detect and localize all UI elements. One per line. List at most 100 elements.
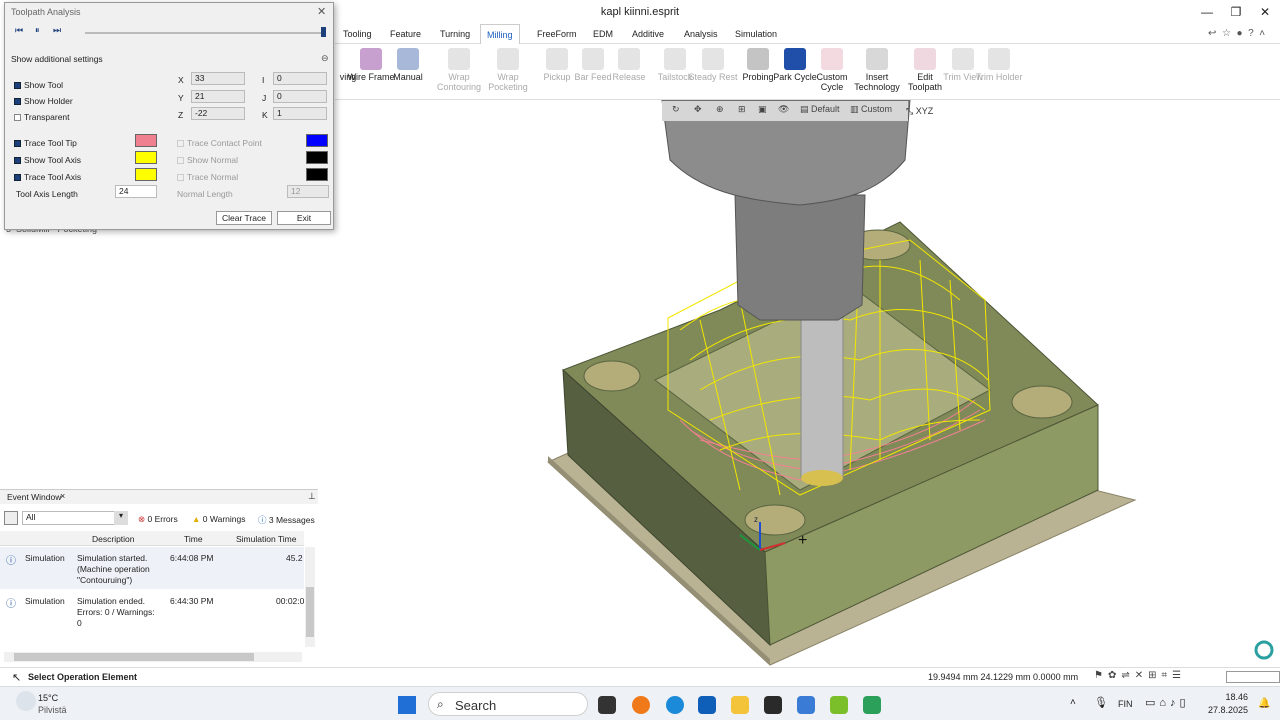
trace-normal-checkbox[interactable] bbox=[177, 174, 184, 181]
restore-button[interactable]: ❐ bbox=[1221, 2, 1251, 22]
star-icon[interactable]: ☆ bbox=[1222, 28, 1231, 39]
outlook-icon[interactable] bbox=[698, 696, 716, 714]
tab-feature[interactable]: Feature bbox=[384, 24, 427, 44]
dialog-close-icon[interactable]: ✕ bbox=[317, 5, 326, 18]
i-field[interactable]: 0 bbox=[273, 72, 327, 85]
windows-start-icon[interactable] bbox=[398, 696, 416, 714]
show-tool-checkbox[interactable] bbox=[14, 82, 21, 89]
show-normal-checkbox[interactable] bbox=[177, 157, 184, 164]
filter-icon[interactable] bbox=[4, 511, 18, 525]
trace-normal-color[interactable] bbox=[306, 168, 328, 181]
clock-time[interactable]: 18.46 bbox=[1222, 692, 1248, 702]
tab-milling[interactable]: Milling bbox=[480, 24, 520, 44]
x-field[interactable]: 33 bbox=[191, 72, 245, 85]
trace-axis-color[interactable] bbox=[135, 168, 157, 181]
close-button[interactable]: ✕ bbox=[1250, 2, 1280, 22]
ribbon-button-manual[interactable]: Manual bbox=[383, 48, 433, 82]
app3-icon[interactable] bbox=[797, 696, 815, 714]
tab-freeform[interactable]: FreeForm bbox=[531, 24, 583, 44]
snap-tools[interactable]: ⚑✿⇌✕⊞⌗☰ bbox=[1094, 670, 1186, 681]
visibility-icon[interactable]: 👁 bbox=[778, 104, 789, 115]
rotate-icon[interactable]: ↻ bbox=[672, 104, 680, 115]
system-tray-icons[interactable]: ▭⌂♪▯ bbox=[1145, 696, 1190, 709]
progress-slider-handle[interactable] bbox=[321, 27, 326, 37]
weather-icon[interactable] bbox=[16, 691, 36, 711]
app2-icon[interactable] bbox=[764, 696, 782, 714]
z-field[interactable]: -22 bbox=[191, 107, 245, 120]
column-description[interactable]: Description bbox=[92, 534, 135, 544]
filter-select[interactable]: All bbox=[22, 511, 128, 525]
view-custom-button[interactable]: ▥ Custom bbox=[850, 104, 892, 115]
event-window-close-icon[interactable]: × bbox=[60, 491, 65, 501]
ribbon-button-insert-technology[interactable]: Insert Technology bbox=[852, 48, 902, 92]
ribbon-button-steady-rest[interactable]: Steady Rest bbox=[688, 48, 738, 82]
trace-tool-tip-checkbox[interactable] bbox=[14, 140, 21, 147]
exit-button[interactable]: Exit bbox=[277, 211, 331, 225]
trace-contact-point-checkbox[interactable] bbox=[177, 140, 184, 147]
trace-tip-color[interactable] bbox=[135, 134, 157, 147]
app-icon[interactable] bbox=[632, 696, 650, 714]
expand-icon[interactable]: ⊖ bbox=[321, 53, 329, 64]
help-icon[interactable]: ? bbox=[1248, 28, 1254, 39]
back-icon[interactable]: ↩ bbox=[1208, 28, 1216, 39]
tab-simulation[interactable]: Simulation bbox=[729, 24, 783, 44]
column-time[interactable]: Time bbox=[184, 534, 203, 544]
pin-icon[interactable]: ⊥ bbox=[308, 491, 316, 502]
j-field[interactable]: 0 bbox=[273, 90, 327, 103]
column-simulation-time[interactable]: Simulation Time bbox=[236, 534, 296, 544]
palette-icon[interactable]: ● bbox=[1236, 28, 1242, 39]
ribbon-button-trim-holder[interactable]: Trim Holder bbox=[974, 48, 1024, 82]
edge-icon[interactable] bbox=[666, 696, 684, 714]
microphone-icon[interactable]: 🎙 bbox=[1094, 696, 1108, 709]
ribbon-button-release[interactable]: Release bbox=[604, 48, 654, 82]
ribbon-button-wrap-pocketing[interactable]: Wrap Pocketing bbox=[483, 48, 533, 92]
clear-trace-button[interactable]: Clear Trace bbox=[216, 211, 272, 225]
pause-icon[interactable]: ⏸ bbox=[35, 25, 40, 36]
errors-filter[interactable]: ⊗ 0 Errors bbox=[138, 514, 178, 525]
task-view-icon[interactable] bbox=[598, 696, 616, 714]
pan-icon[interactable]: ✥ bbox=[694, 104, 702, 115]
messages-filter[interactable]: ⓘ 3 Messages bbox=[258, 514, 318, 526]
show-tool-axis-checkbox[interactable] bbox=[14, 157, 21, 164]
tool-axis-length-field[interactable]: 24 bbox=[115, 185, 157, 198]
step-back-icon[interactable]: ⏮ bbox=[15, 25, 23, 36]
notification-icon[interactable]: 🔔 bbox=[1258, 698, 1270, 709]
progress-slider[interactable] bbox=[85, 32, 325, 34]
tab-additive[interactable]: Additive bbox=[626, 24, 670, 44]
zoom-icon[interactable]: ⊕ bbox=[716, 104, 724, 115]
y-field[interactable]: 21 bbox=[191, 90, 245, 103]
trace-tool-axis-checkbox[interactable] bbox=[14, 174, 21, 181]
line-style-select[interactable] bbox=[1226, 671, 1280, 683]
ribbon-button-wrap-contouring[interactable]: Wrap Contouring bbox=[434, 48, 484, 92]
view-default-button[interactable]: ▤ Default bbox=[800, 104, 840, 115]
transparent-checkbox[interactable] bbox=[14, 114, 21, 121]
normal-color[interactable] bbox=[306, 151, 328, 164]
tab-analysis[interactable]: Analysis bbox=[678, 24, 724, 44]
view-cube-icon[interactable]: ▣ bbox=[758, 104, 767, 115]
ribbon-button-custom-cycle[interactable]: Custom Cycle bbox=[807, 48, 857, 92]
language-indicator[interactable]: FIN bbox=[1118, 699, 1133, 709]
warnings-filter[interactable]: ▲ 0 Warnings bbox=[192, 514, 245, 524]
filter-dropdown-icon[interactable]: ▾ bbox=[114, 511, 128, 525]
zoom-window-icon[interactable]: ⊞ bbox=[738, 104, 746, 115]
tray-overflow-icon[interactable]: ˄ bbox=[1070, 697, 1076, 708]
vertical-scrollbar[interactable] bbox=[305, 547, 315, 647]
clock-date[interactable]: 27.8.2025 bbox=[1206, 705, 1248, 715]
graphics-viewport[interactable]: z + bbox=[318, 100, 1280, 667]
minimize-button[interactable]: — bbox=[1192, 2, 1222, 22]
search-box[interactable]: ⌕ Search bbox=[428, 692, 588, 716]
show-holder-checkbox[interactable] bbox=[14, 98, 21, 105]
tool-axis-color[interactable] bbox=[135, 151, 157, 164]
tab-turning[interactable]: Turning bbox=[434, 24, 476, 44]
normal-length-field[interactable]: 12 bbox=[287, 185, 329, 198]
file-explorer-icon[interactable] bbox=[731, 696, 749, 714]
esprit-icon[interactable] bbox=[830, 696, 848, 714]
k-field[interactable]: 1 bbox=[273, 107, 327, 120]
collapse-icon[interactable]: ˄ bbox=[1259, 28, 1265, 39]
contact-color[interactable] bbox=[306, 134, 328, 147]
app4-icon[interactable] bbox=[863, 696, 881, 714]
tab-tooling[interactable]: Tooling bbox=[337, 24, 378, 44]
view-xyz-label[interactable]: ⤡ XYZ bbox=[906, 106, 933, 117]
horizontal-scrollbar[interactable] bbox=[4, 652, 302, 662]
tab-edm[interactable]: EDM bbox=[587, 24, 619, 44]
